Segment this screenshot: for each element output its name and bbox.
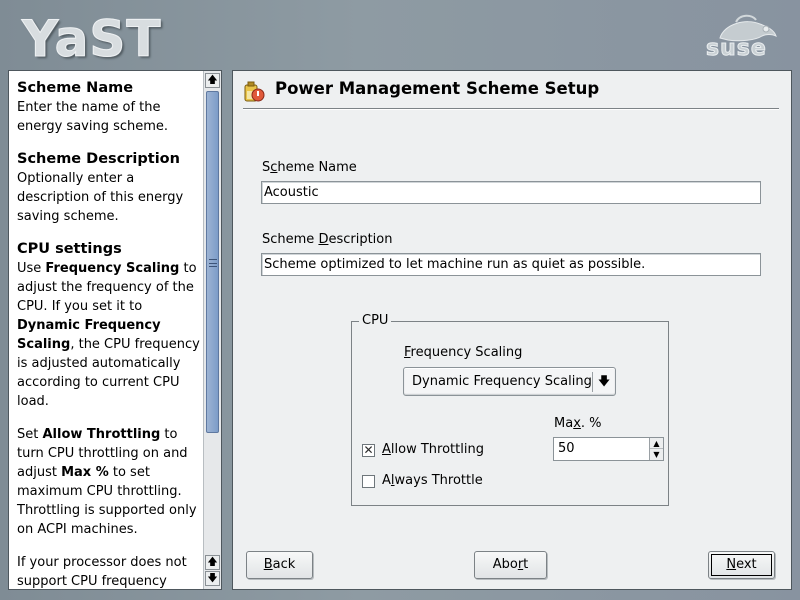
- help-scroll-thumb[interactable]: [206, 91, 219, 433]
- help-text: Scheme Name Enter the name of the energy…: [17, 79, 207, 589]
- max-percent-value: 50: [558, 441, 575, 456]
- help-body-cpu-throttling: Set Allow Throttling to turn CPU throttl…: [17, 427, 197, 537]
- next-button[interactable]: Next: [708, 551, 775, 579]
- max-percent-spinbox[interactable]: 50 ▲ ▼: [553, 437, 664, 461]
- title-divider: [243, 108, 779, 110]
- scroll-up-icon[interactable]: 🡅: [205, 73, 220, 88]
- scroll-down-icon[interactable]: 🡇: [205, 571, 220, 586]
- help-body-cpu-unsupported: If your processor does not support CPU f…: [17, 555, 187, 589]
- header: YaST suse: [0, 0, 800, 69]
- spin-buttons[interactable]: ▲ ▼: [649, 438, 663, 460]
- frequency-scaling-label: Frequency Scaling: [404, 345, 523, 360]
- frequency-scaling-value: Dynamic Frequency Scaling: [412, 374, 592, 389]
- help-heading-scheme-name: Scheme Name: [17, 80, 134, 96]
- combo-separator: [592, 372, 593, 392]
- help-body-scheme-name: Enter the name of the energy saving sche…: [17, 100, 169, 134]
- suse-wordmark: suse: [706, 36, 767, 62]
- cpu-group-title: CPU: [359, 313, 392, 328]
- help-heading-scheme-description: Scheme Description: [17, 151, 180, 167]
- help-heading-cpu-settings: CPU settings: [17, 241, 122, 257]
- dropdown-arrow-icon[interactable]: 🡇: [597, 373, 611, 389]
- scheme-description-input[interactable]: Scheme optimized to let machine run as q…: [261, 253, 761, 276]
- scheme-name-label: Scheme Name: [262, 160, 357, 175]
- page-title: Power Management Scheme Setup: [275, 79, 600, 98]
- scroll-grip-icon: [209, 259, 217, 267]
- abort-button[interactable]: Abort: [474, 551, 547, 579]
- back-button[interactable]: Back: [246, 551, 313, 579]
- always-throttle-label[interactable]: Always Throttle: [382, 473, 483, 488]
- allow-throttling-label[interactable]: Allow Throttling: [382, 442, 484, 457]
- scheme-description-label: Scheme Description: [262, 232, 393, 247]
- frequency-scaling-dropdown[interactable]: Dynamic Frequency Scaling 🡇: [403, 367, 616, 396]
- allow-throttling-checkbox[interactable]: ✕: [362, 444, 375, 457]
- help-pane[interactable]: Scheme Name Enter the name of the energy…: [8, 70, 222, 590]
- scheme-name-input[interactable]: Acoustic: [261, 181, 761, 204]
- main-panel: Power Management Scheme Setup Scheme Nam…: [232, 70, 792, 590]
- spin-down-icon[interactable]: ▼: [650, 449, 663, 460]
- help-scrollbar[interactable]: 🡅 🡅 🡇: [203, 71, 221, 589]
- yast-logo: YaST: [21, 10, 162, 69]
- max-percent-label: Max. %: [554, 416, 602, 431]
- scroll-up-lower-icon[interactable]: 🡅: [205, 555, 220, 570]
- help-body-scheme-description: Optionally enter a description of this e…: [17, 171, 184, 224]
- help-body-cpu-frequency: Use Frequency Scaling to adjust the freq…: [17, 261, 200, 409]
- power-management-icon: [244, 81, 265, 102]
- spin-up-icon[interactable]: ▲: [650, 438, 663, 449]
- always-throttle-checkbox[interactable]: [362, 475, 375, 488]
